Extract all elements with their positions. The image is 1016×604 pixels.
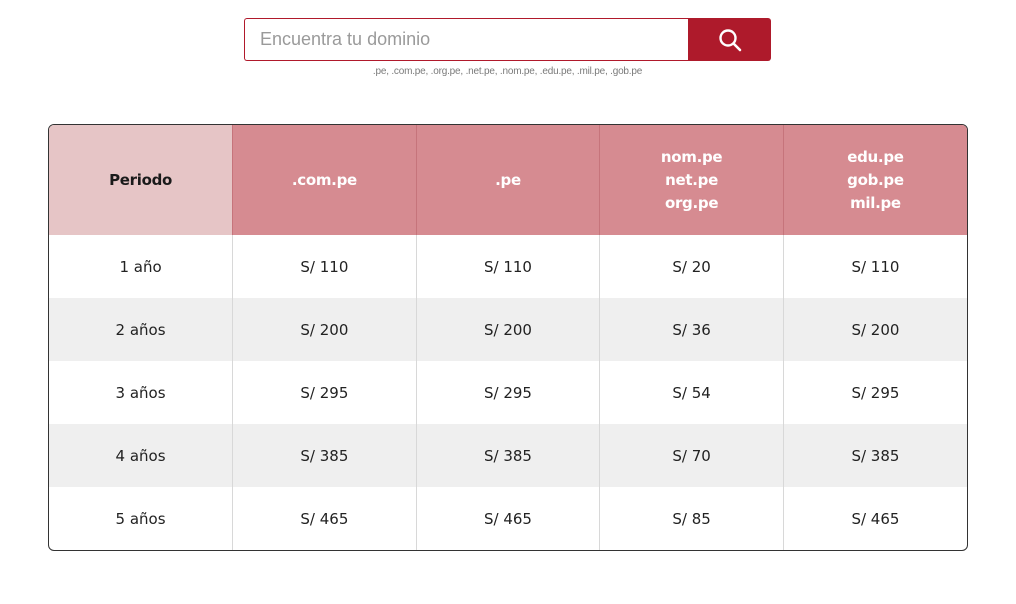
- price-cell: S/ 385: [415, 424, 600, 487]
- price-cell: S/ 85: [599, 487, 784, 550]
- period-cell: 1 año: [119, 257, 162, 276]
- table-row: 5 años S/ 465 S/ 465 S/ 85 S/ 465: [49, 487, 967, 550]
- price-cell: S/ 200: [415, 298, 600, 361]
- header-label: nom.pe: [660, 147, 723, 166]
- price-cell: S/ 385: [232, 424, 417, 487]
- table-row: 2 años S/ 200 S/ 200 S/ 36 S/ 200: [49, 298, 967, 361]
- header-label: org.pe: [664, 193, 719, 212]
- price-cell: S/ 465: [415, 487, 600, 550]
- price-cell: S/ 385: [782, 424, 967, 487]
- search-icon: [718, 28, 741, 51]
- column-header-nom-net-org: nom.pe net.pe org.pe: [599, 125, 784, 235]
- price-cell: S/ 200: [782, 298, 967, 361]
- price-cell: S/ 20: [599, 235, 784, 298]
- period-cell: 5 años: [115, 509, 166, 528]
- price-cell: S/ 70: [599, 424, 784, 487]
- price-cell: S/ 295: [415, 361, 600, 424]
- table-row: 3 años S/ 295 S/ 295 S/ 54 S/ 295: [49, 361, 967, 424]
- header-label: Periodo: [109, 170, 173, 189]
- header-label: .com.pe: [291, 170, 357, 189]
- column-header-pe: .pe: [415, 125, 600, 235]
- price-cell: S/ 295: [232, 361, 417, 424]
- table-row: 4 años S/ 385 S/ 385 S/ 70 S/ 385: [49, 424, 967, 487]
- header-label: gob.pe: [847, 170, 904, 189]
- price-cell: S/ 110: [415, 235, 600, 298]
- period-cell: 4 años: [49, 424, 233, 487]
- table-row: 1 año S/ 110 S/ 110 S/ 20 S/ 110: [49, 235, 967, 298]
- price-cell: S/ 36: [599, 298, 784, 361]
- price-cell: S/ 295: [782, 361, 967, 424]
- period-cell: 3 años: [115, 383, 166, 402]
- price-table: Periodo .com.pe .pe nom.pe net.pe org.pe…: [48, 124, 968, 551]
- column-header-period: Periodo: [49, 125, 233, 235]
- price-cell: S/ 465: [782, 487, 967, 550]
- header-label: edu.pe: [847, 147, 904, 166]
- price-cell: S/ 200: [232, 298, 417, 361]
- header-label: .pe: [495, 170, 521, 189]
- domain-search-bar: [244, 18, 771, 61]
- search-button[interactable]: [688, 18, 771, 61]
- period-cell: 2 años: [49, 298, 233, 361]
- price-cell: S/ 54: [599, 361, 784, 424]
- header-label: mil.pe: [850, 193, 901, 212]
- column-header-com-pe: .com.pe: [232, 125, 417, 235]
- header-label: net.pe: [665, 170, 718, 189]
- table-header-row: Periodo .com.pe .pe nom.pe net.pe org.pe…: [49, 125, 967, 235]
- price-cell: S/ 110: [782, 235, 967, 298]
- domain-search-input[interactable]: [244, 18, 688, 61]
- domain-extensions-hint: .pe, .com.pe, .org.pe, .net.pe, .nom.pe,…: [372, 66, 643, 77]
- price-cell: S/ 110: [232, 235, 417, 298]
- price-cell: S/ 465: [232, 487, 417, 550]
- column-header-edu-gob-mil: edu.pe gob.pe mil.pe: [782, 125, 967, 235]
